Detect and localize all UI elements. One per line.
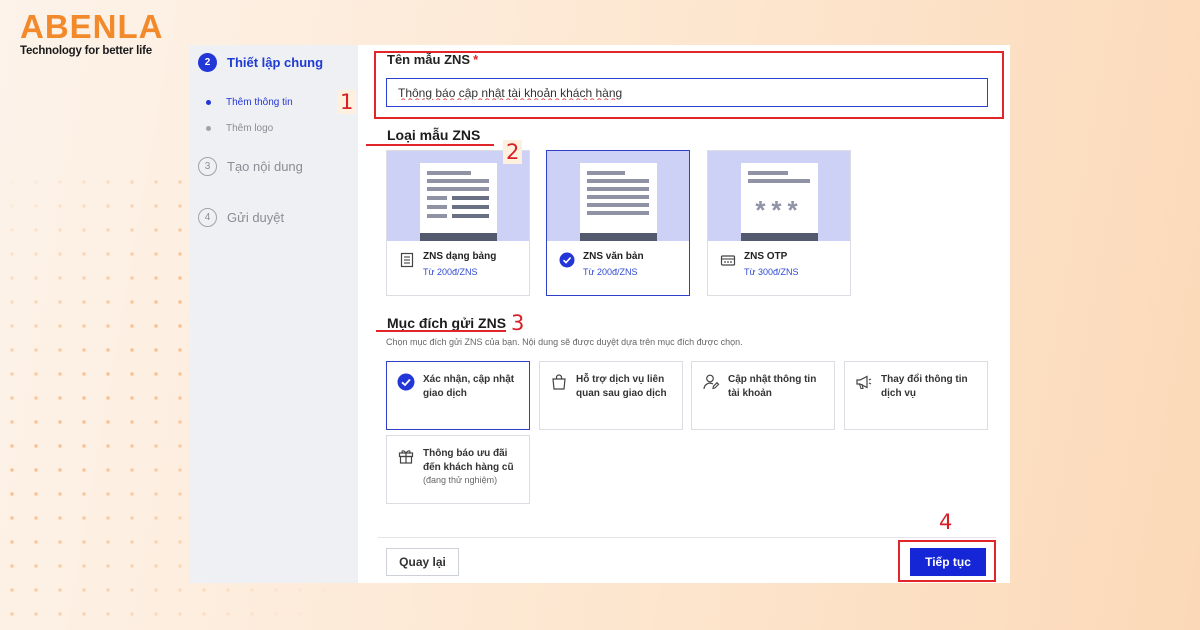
type-card-text[interactable]: ZNS văn bản Từ 200đ/ZNS — [546, 150, 690, 296]
purpose-card-service-change[interactable]: Thay đổi thông tin dịch vụ — [844, 361, 988, 430]
megaphone-icon — [855, 373, 873, 391]
substep-add-info[interactable]: Thêm thông tin — [206, 97, 293, 108]
step-label: Tạo nội dung — [227, 159, 303, 174]
purpose-card-support[interactable]: Hỗ trợ dịch vụ liên quan sau giao dịch — [539, 361, 683, 430]
purpose-card-account[interactable]: Cập nhật thông tin tài khoản — [691, 361, 835, 430]
footer-divider — [378, 537, 996, 538]
annotation-number-4: 4 — [939, 510, 953, 534]
purpose-label: Thông báo ưu đãi đến khách hàng cũ — [423, 448, 514, 473]
purpose-label: Xác nhận, cập nhật giao dịch — [423, 374, 515, 399]
annotation-number-3: 3 — [511, 311, 525, 335]
brand-name: ABENLA — [20, 8, 164, 45]
shopping-bag-icon — [550, 373, 568, 391]
bullet-icon — [206, 100, 211, 105]
type-name: ZNS dạng bảng — [423, 251, 497, 262]
back-button[interactable]: Quay lại — [386, 548, 459, 576]
purpose-card-transaction[interactable]: Xác nhận, cập nhật giao dịch — [386, 361, 530, 430]
table-preview — [387, 151, 529, 241]
gift-icon — [397, 447, 415, 465]
purpose-label: Cập nhật thông tin tài khoản — [728, 374, 817, 399]
step-number: 2 — [198, 53, 217, 72]
template-name-label: Tên mẫu ZNS * — [387, 52, 479, 67]
brand-tagline: Technology for better life — [20, 45, 152, 57]
substep-add-logo[interactable]: Thêm logo — [206, 123, 273, 134]
form-area: Tên mẫu ZNS* Loại mẫu ZNS — [358, 45, 1010, 583]
purpose-card-promotion[interactable]: Thông báo ưu đãi đến khách hàng cũ (đang… — [386, 435, 530, 504]
annotation-underline-3 — [376, 330, 506, 332]
stepper-sidebar: 2 Thiết lập chung Thêm thông tin Thêm lo… — [190, 45, 358, 583]
bullet-icon — [206, 126, 211, 131]
purpose-label: Thay đổi thông tin dịch vụ — [881, 374, 968, 399]
template-type-title: Loại mẫu ZNS — [387, 127, 481, 143]
otp-mask: *** — [755, 195, 804, 225]
type-card-table[interactable]: ZNS dạng bảng Từ 200đ/ZNS — [386, 150, 530, 296]
step-submit-review[interactable]: 4 Gửi duyệt — [198, 208, 284, 227]
substep-label: Thêm thông tin — [226, 97, 293, 108]
purpose-sublabel: (đang thử nghiệm) — [423, 475, 498, 485]
step-label: Thiết lập chung — [227, 55, 324, 70]
step-create-content[interactable]: 3 Tạo nội dung — [198, 157, 303, 176]
purpose-label: Hỗ trợ dịch vụ liên quan sau giao dịch — [576, 374, 667, 399]
required-mark: * — [473, 52, 479, 67]
zns-template-panel: 2 Thiết lập chung Thêm thông tin Thêm lo… — [190, 45, 1010, 583]
step-number: 4 — [198, 208, 217, 227]
type-name: ZNS văn bản — [583, 251, 644, 262]
purpose-title: Mục đích gửi ZNS — [387, 315, 507, 331]
check-circle-icon — [397, 373, 415, 391]
template-name-input[interactable] — [386, 78, 988, 107]
type-price: Từ 200đ/ZNS — [423, 267, 478, 277]
purpose-description: Chọn mục đích gửi ZNS của bạn. Nội dung … — [386, 337, 743, 347]
otp-icon — [720, 252, 736, 268]
type-card-otp[interactable]: *** ZNS OTP Từ 300đ/ZNS — [707, 150, 851, 296]
brand-logo: ABENLA Technology for better life — [20, 8, 164, 58]
continue-button[interactable]: Tiếp tục — [910, 548, 986, 576]
otp-preview: *** — [708, 151, 850, 241]
table-doc-icon — [399, 252, 415, 268]
step-general-settings[interactable]: 2 Thiết lập chung — [198, 53, 323, 72]
user-edit-icon — [702, 373, 720, 391]
text-preview — [547, 151, 689, 241]
type-price: Từ 300đ/ZNS — [744, 267, 799, 277]
substep-label: Thêm logo — [226, 123, 274, 134]
type-price: Từ 200đ/ZNS — [583, 267, 638, 277]
step-number: 3 — [198, 157, 217, 176]
check-circle-icon — [559, 252, 575, 268]
step-label: Gửi duyệt — [227, 210, 285, 225]
type-name: ZNS OTP — [744, 251, 788, 262]
annotation-number-2: 2 — [503, 140, 523, 164]
annotation-underline-2 — [366, 144, 494, 146]
annotation-number-1: 1 — [337, 90, 357, 114]
